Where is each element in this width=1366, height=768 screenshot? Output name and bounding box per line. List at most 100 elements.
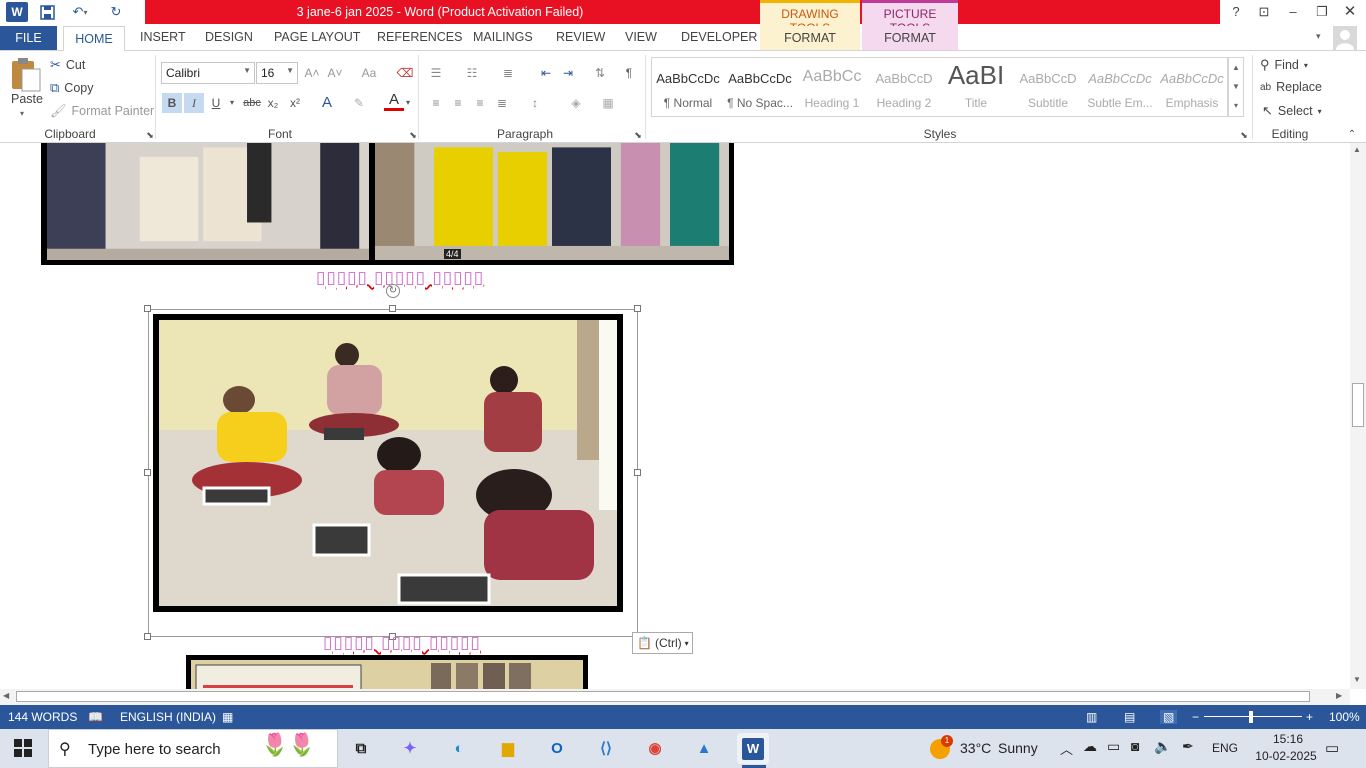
align-right-icon[interactable]: ≡ (470, 93, 490, 113)
styles-launcher-icon[interactable]: ⬊ (1234, 125, 1254, 145)
vertical-scrollbar[interactable]: ▲ ▼ (1350, 143, 1366, 689)
resize-handle-sw[interactable] (144, 633, 151, 640)
zoom-level[interactable]: 100% (1329, 710, 1360, 724)
justify-icon[interactable]: ≣ (492, 93, 512, 113)
decrease-indent-icon[interactable]: ⇤ (536, 63, 556, 83)
text-effects-icon[interactable]: A (317, 93, 337, 113)
copilot-icon[interactable]: ✦ (394, 733, 426, 764)
tab-review[interactable]: REVIEW (556, 30, 605, 44)
chevron-up-icon[interactable]: ▲ (1229, 58, 1243, 77)
print-layout-icon[interactable]: ▤ (1124, 710, 1135, 724)
scroll-up-icon[interactable]: ▲ (1353, 145, 1361, 154)
redo-icon[interactable]: ↻ (104, 3, 128, 21)
restore-icon[interactable]: ❐ (1308, 2, 1336, 22)
style-title[interactable]: AaBI Title (940, 58, 1012, 116)
help-button[interactable]: ? (1222, 2, 1250, 22)
tab-developer[interactable]: DEVELOPER (681, 30, 757, 44)
document-image-top-right[interactable] (370, 143, 734, 265)
superscript-button[interactable]: x² (285, 93, 305, 113)
outlook-icon[interactable]: O (541, 733, 573, 764)
zoom-out-icon[interactable]: − (1192, 710, 1199, 724)
pen-icon[interactable]: ✒ (1182, 738, 1194, 755)
increase-indent-icon[interactable]: ⇥ (558, 63, 578, 83)
font-launcher-icon[interactable]: ⬊ (403, 125, 423, 145)
tab-references[interactable]: REFERENCES (377, 30, 462, 44)
resize-handle-nw[interactable] (144, 305, 151, 312)
horizontal-scroll-thumb[interactable] (16, 691, 1310, 702)
notifications-icon[interactable]: ▭ (1325, 739, 1339, 757)
chrome-icon[interactable]: ◉ (639, 733, 671, 764)
zoom-slider[interactable] (1204, 716, 1302, 717)
tab-mailings[interactable]: MAILINGS (473, 30, 533, 44)
styles-scroll[interactable]: ▲ ▼ ▾ (1228, 57, 1244, 117)
italic-button[interactable]: I (184, 93, 204, 113)
paste-options-button[interactable]: 📋 (Ctrl) ▾ (632, 632, 693, 654)
paste-dropdown-icon[interactable]: ▾ (20, 109, 24, 118)
underline-button[interactable]: U (206, 93, 226, 113)
word-count[interactable]: 144 WORDS (8, 710, 77, 724)
selected-picture[interactable] (153, 314, 623, 612)
subscript-button[interactable]: x₂ (263, 93, 283, 113)
font-name-combo[interactable]: Calibri ▼ (161, 62, 255, 84)
vertical-scroll-thumb[interactable] (1352, 383, 1364, 427)
ribbon-display-options-icon[interactable]: ⊡ (1250, 2, 1278, 22)
word-taskbar-icon[interactable]: W (737, 733, 769, 764)
macro-record-icon[interactable]: ▦ (222, 710, 233, 724)
read-mode-icon[interactable]: ▥ (1086, 710, 1097, 724)
resize-handle-ne[interactable] (634, 305, 641, 312)
tab-format-drawing[interactable]: FORMAT (760, 26, 860, 50)
tab-page-layout[interactable]: PAGE LAYOUT (274, 30, 360, 44)
align-left-icon[interactable]: ≡ (426, 93, 446, 113)
undo-icon[interactable]: ↶ ▾ (64, 3, 96, 21)
task-view-icon[interactable]: ⧉ (345, 733, 377, 764)
sort-icon[interactable]: ⇅ (590, 63, 610, 83)
save-icon[interactable] (36, 3, 58, 21)
tab-format-picture[interactable]: FORMAT (862, 26, 958, 50)
font-color-dropdown-icon[interactable]: ▾ (402, 93, 414, 113)
font-color-icon[interactable]: A (384, 91, 404, 111)
battery-icon[interactable]: ▭ (1107, 738, 1120, 755)
edge-icon[interactable]: ◐ (443, 733, 475, 764)
tab-insert[interactable]: INSERT (140, 30, 186, 44)
find-button[interactable]: ⚲ Find ▾ (1260, 57, 1308, 73)
multilevel-list-icon[interactable]: ≣ (498, 63, 518, 83)
document-image-top-left[interactable] (41, 143, 374, 265)
rotate-handle-icon[interactable]: ↻ (386, 284, 400, 298)
tab-design[interactable]: DESIGN (205, 30, 253, 44)
select-button[interactable]: ↖ Select ▾ (1262, 103, 1322, 119)
style-subtle-emphasis[interactable]: AaBbCcDc Subtle Em... (1084, 58, 1156, 116)
highlight-color-icon[interactable]: ✎ (349, 93, 369, 113)
avatar[interactable] (1333, 26, 1357, 50)
scroll-down-icon[interactable]: ▼ (1353, 675, 1361, 684)
word-logo-icon[interactable]: W (6, 2, 28, 22)
cut-button[interactable]: ✂ Cut (50, 57, 85, 73)
borders-icon[interactable]: ▦ (598, 93, 618, 113)
zoom-in-icon[interactable]: + (1306, 710, 1313, 724)
align-center-icon[interactable]: ≡ (448, 93, 468, 113)
tab-view[interactable]: VIEW (625, 30, 657, 44)
style-no-spacing[interactable]: AaBbCcDc ¶ No Spac... (724, 58, 796, 116)
weather-description[interactable]: Sunny (998, 740, 1038, 756)
more-styles-icon[interactable]: ▾ (1229, 96, 1243, 115)
scroll-left-icon[interactable]: ◀ (3, 691, 9, 700)
style-heading-1[interactable]: AaBbCc Heading 1 (796, 58, 868, 116)
proofing-icon[interactable]: 📖 (88, 710, 103, 724)
style-subtitle[interactable]: AaBbCcD Subtitle (1012, 58, 1084, 116)
copy-button[interactable]: ⧉ Copy (50, 80, 93, 96)
clock-date[interactable]: 10-02-2025 (1250, 749, 1322, 763)
paste-button[interactable]: Paste (11, 92, 43, 106)
replace-button[interactable]: ab Replace (1260, 80, 1322, 94)
document-image-bottom[interactable] (186, 655, 588, 689)
onedrive-icon[interactable]: ☁ (1083, 738, 1097, 755)
language-indicator[interactable]: ENGLISH (INDIA) (120, 710, 216, 724)
shrink-font-button[interactable]: A˅ (325, 63, 345, 83)
strikethrough-button[interactable]: abc (241, 93, 263, 113)
line-spacing-icon[interactable]: ↕ (525, 93, 545, 113)
underline-dropdown-icon[interactable]: ▾ (226, 93, 238, 113)
input-language[interactable]: ENG (1212, 741, 1238, 755)
vscode-icon[interactable]: ⟨⟩ (590, 733, 622, 764)
shading-icon[interactable]: ◈ (566, 93, 586, 113)
taskbar-search-box[interactable]: ⚲ Type here to search 🌷🌷 (48, 729, 338, 768)
close-icon[interactable]: ✕ (1336, 2, 1364, 22)
tab-file[interactable]: FILE (0, 26, 57, 50)
